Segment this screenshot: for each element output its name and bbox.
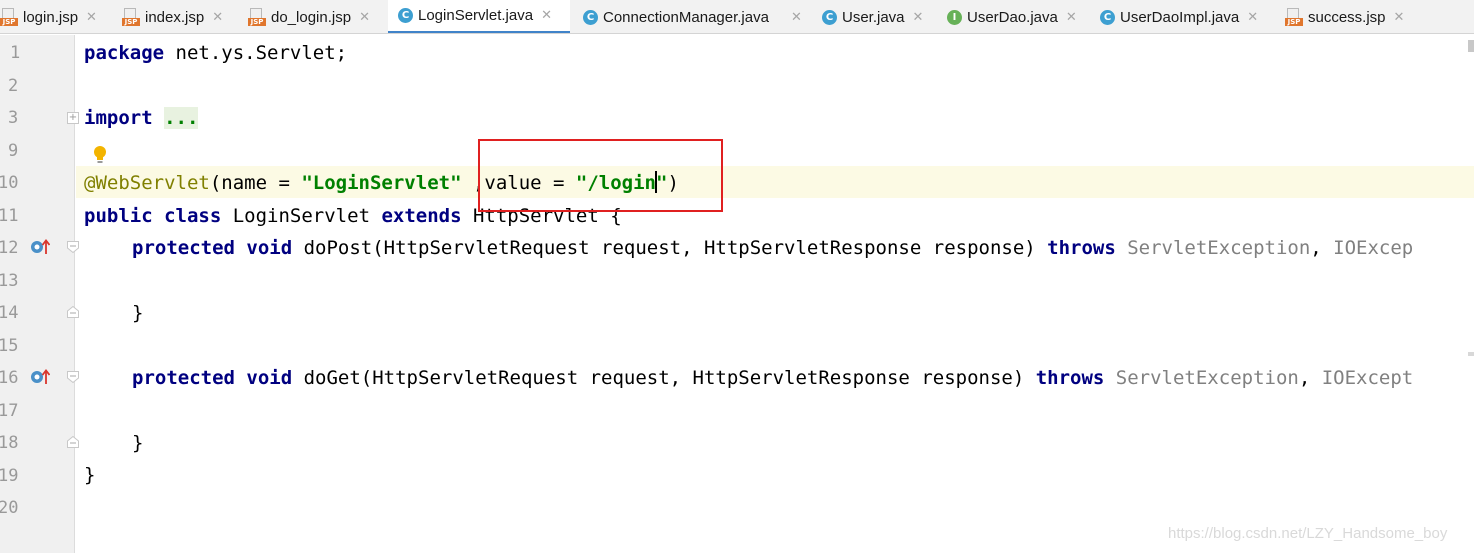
tab-user-java[interactable]: C User.java ✕ [822,0,934,33]
line-number: 16 [0,368,19,388]
close-icon[interactable]: ✕ [913,10,924,25]
jsp-file-icon: JSP [1285,8,1303,26]
folded-imports[interactable]: ... [164,107,199,129]
line-number: 2 [8,76,19,96]
tab-connectionmanager-java[interactable]: C ConnectionManager.java ✕ [583,0,808,33]
tab-label: index.jsp [145,8,205,26]
close-icon[interactable]: ✕ [359,10,370,25]
fold-end-icon[interactable] [67,436,79,448]
line-number: 14 [0,303,19,323]
tab-userdao-java[interactable]: I UserDao.java ✕ [947,0,1087,33]
close-icon[interactable]: ✕ [791,10,802,25]
line-number: 19 [0,466,19,486]
close-icon[interactable]: ✕ [86,10,97,25]
override-method-icon[interactable] [30,239,50,255]
jsp-file-icon: JSP [248,8,266,26]
line-number: 20 [0,498,19,518]
java-class-icon: C [583,9,598,25]
jsp-file-icon: JSP [0,8,18,26]
watermark-text: https://blog.csdn.net/LZY_Handsome_boy [1168,525,1448,542]
close-icon[interactable]: ✕ [1247,10,1258,25]
tab-label: do_login.jsp [271,8,352,26]
code-line-16[interactable]: protected void doGet(HttpServletRequest … [132,365,1413,391]
code-line-1[interactable]: package net.ys.Servlet; [84,40,347,66]
tab-success-jsp[interactable]: JSP success.jsp ✕ [1285,0,1415,33]
code-line-19[interactable]: } [84,462,95,488]
fold-expand-icon[interactable]: + [67,112,79,124]
code-line-18[interactable]: } [132,430,143,456]
tab-label: ConnectionManager.java [603,8,769,26]
line-number: 10 [0,173,19,193]
line-number: 3 [8,108,19,128]
code-line-3[interactable]: import ... [84,105,199,131]
line-number: 11 [0,206,19,226]
lightbulb-icon[interactable] [92,144,108,166]
fold-end-icon[interactable] [67,306,79,318]
line-number: 15 [0,336,19,356]
java-class-icon: C [822,9,837,25]
java-interface-icon: I [947,9,962,25]
scrollbar-marker[interactable] [1468,352,1474,356]
tab-label: LoginServlet.java [418,7,534,24]
java-class-icon: C [1100,9,1115,25]
tab-loginservlet-java[interactable]: C LoginServlet.java ✕ [388,0,570,33]
fold-collapse-icon[interactable] [67,371,79,383]
tab-label: User.java [842,8,905,26]
jsp-file-icon: JSP [122,8,140,26]
line-number: 1 [10,43,21,63]
tab-do-login-jsp[interactable]: JSP do_login.jsp ✕ [248,0,386,33]
line-number: 13 [0,271,19,291]
editor-tab-bar: JSP login.jsp ✕ JSP index.jsp ✕ JSP do_l… [0,0,1474,34]
line-number: 17 [0,401,19,421]
close-icon[interactable]: ✕ [1394,10,1405,25]
code-line-12[interactable]: protected void doPost(HttpServletRequest… [132,235,1413,261]
tab-index-jsp[interactable]: JSP index.jsp ✕ [122,0,240,33]
line-number: 12 [0,238,19,258]
close-icon[interactable]: ✕ [212,10,223,25]
scrollbar-marker[interactable] [1468,40,1474,52]
highlight-box [478,139,723,212]
line-number: 9 [8,141,19,161]
tab-userdaoimpl-java[interactable]: C UserDaoImpl.java ✕ [1100,0,1270,33]
close-icon[interactable]: ✕ [541,8,552,23]
fold-collapse-icon[interactable] [67,241,79,253]
override-method-icon[interactable] [30,369,50,385]
tab-login-jsp[interactable]: JSP login.jsp ✕ [0,0,117,33]
code-line-14[interactable]: } [132,300,143,326]
tab-label: UserDao.java [967,8,1058,26]
tab-label: UserDaoImpl.java [1120,8,1240,26]
tab-label: success.jsp [1308,8,1386,26]
close-icon[interactable]: ✕ [1066,10,1077,25]
line-number: 18 [0,433,19,453]
tab-label: login.jsp [23,8,79,26]
java-class-icon: C [398,8,413,23]
